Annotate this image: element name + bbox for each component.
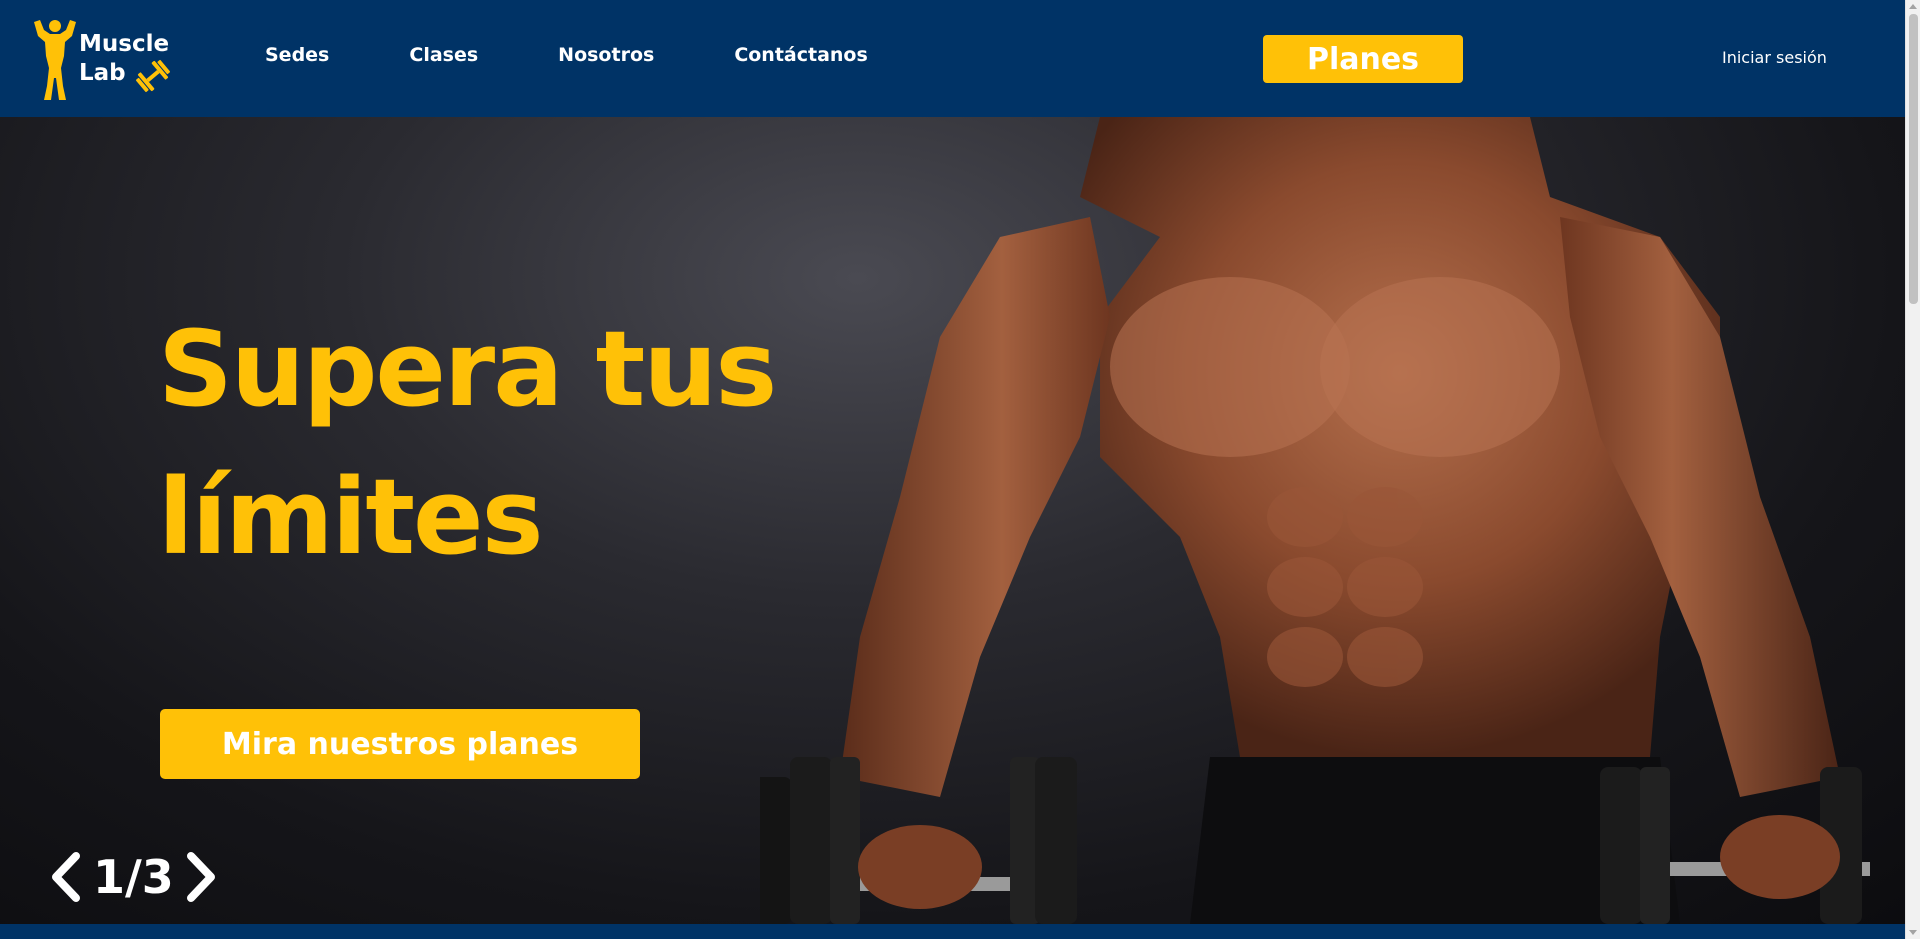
prev-slide-button[interactable] — [45, 847, 85, 907]
logo-line1: Muscle — [79, 31, 170, 57]
hero-title: Supera tus límites — [158, 295, 777, 591]
hero-title-line1: Supera tus — [158, 308, 777, 430]
chevron-right-icon — [186, 852, 215, 902]
see-plans-button[interactable]: Mira nuestros planes — [160, 709, 640, 779]
main-nav: Sedes Clases Nosotros Contáctanos — [265, 44, 868, 66]
scroll-down-icon[interactable] — [1909, 930, 1917, 935]
nav-link-nosotros[interactable]: Nosotros — [558, 44, 654, 66]
bodybuilder-logo-icon — [34, 20, 76, 100]
nav-link-sedes[interactable]: Sedes — [265, 44, 329, 66]
slide-counter: 1/3 — [93, 850, 174, 904]
scroll-thumb[interactable] — [1909, 14, 1918, 304]
muscular-man-with-dumbbells-image — [760, 117, 1870, 924]
next-slide-button[interactable] — [182, 847, 222, 907]
logo[interactable]: Muscle Lab — [30, 16, 180, 104]
page-scrollbar[interactable] — [1905, 0, 1920, 939]
dumbbell-icon — [136, 59, 170, 93]
planes-button[interactable]: Planes — [1263, 35, 1463, 83]
login-link[interactable]: Iniciar sesión — [1722, 48, 1827, 67]
slider-controls: 1/3 — [45, 847, 222, 907]
nav-link-clases[interactable]: Clases — [409, 44, 478, 66]
page: Muscle Lab Sedes Clases Nosotros Contáct… — [0, 0, 1920, 939]
scroll-up-icon[interactable] — [1909, 4, 1917, 9]
nav-link-contactanos[interactable]: Contáctanos — [734, 44, 867, 66]
hero-slider: Supera tus límites Mira nuestros planes … — [0, 117, 1905, 924]
hero-title-line2: límites — [158, 456, 543, 578]
navbar: Muscle Lab Sedes Clases Nosotros Contáct… — [0, 0, 1905, 117]
chevron-left-icon — [52, 852, 80, 902]
